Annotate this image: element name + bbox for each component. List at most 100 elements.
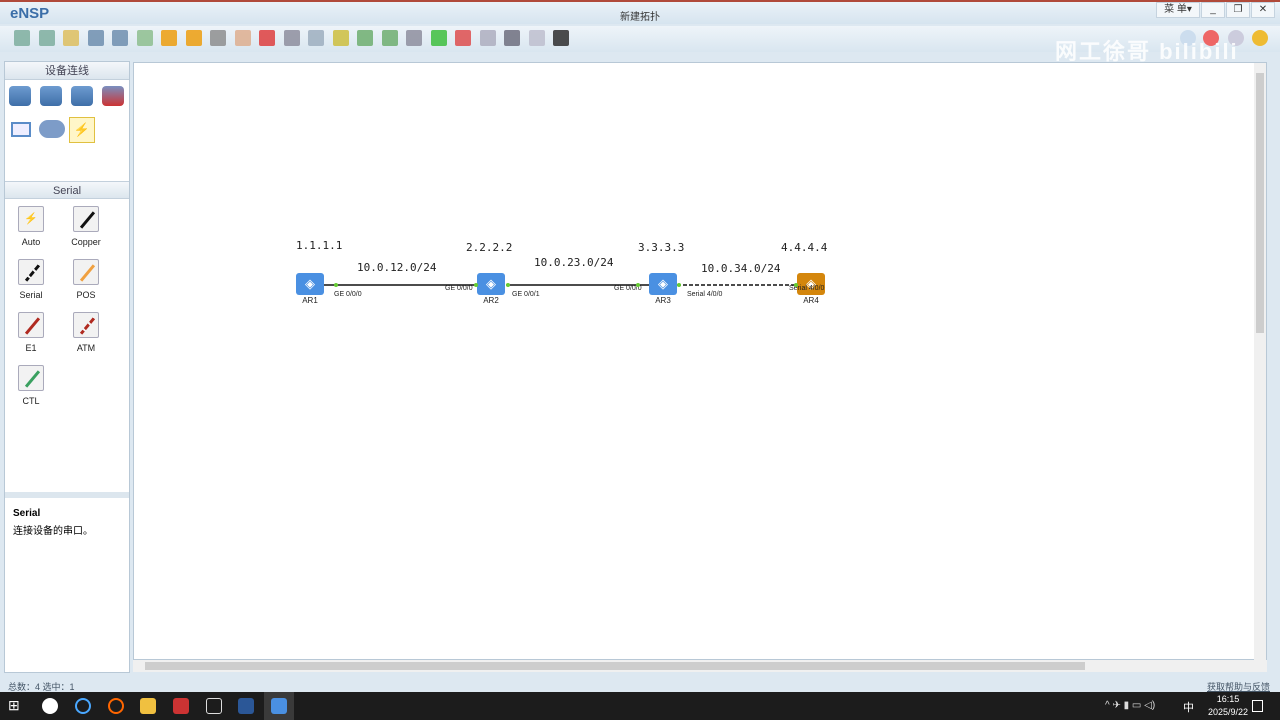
firewall-category-icon[interactable]	[102, 86, 124, 106]
vertical-scrollbar[interactable]	[1254, 63, 1266, 661]
cable-label: ATM	[76, 343, 96, 353]
ensp-taskbar-icon[interactable]	[264, 692, 294, 720]
capture-icon[interactable]	[479, 30, 496, 46]
device-label: AR2	[483, 296, 499, 305]
console-icon[interactable]	[553, 30, 569, 46]
start-icon[interactable]: ⊞	[8, 697, 24, 713]
new-lab-icon[interactable]	[38, 30, 55, 46]
cable-label: Serial	[19, 290, 43, 300]
fit-icon[interactable]	[406, 30, 422, 46]
clock-time[interactable]: 16:15	[1210, 694, 1246, 704]
device-label: AR3	[655, 296, 671, 305]
print-icon[interactable]	[136, 30, 153, 46]
cable-auto-button[interactable]: ⚡	[18, 206, 44, 232]
taskbar: ⊞ ^ ✈ ▮ ▭ ◁) 中 16:15 2025/9/22	[0, 692, 1280, 720]
camera-icon[interactable]	[206, 698, 222, 714]
cable-label: Auto	[21, 237, 41, 247]
search-app-icon[interactable]	[75, 698, 91, 714]
loopback-label: 2.2.2.2	[466, 241, 513, 254]
port-indicator	[334, 283, 338, 287]
device-label: AR1	[302, 296, 318, 305]
zoom-out-icon[interactable]	[381, 30, 398, 46]
splitter[interactable]	[5, 492, 129, 498]
save-as-icon[interactable]	[112, 30, 128, 46]
switch-category-icon[interactable]	[40, 86, 62, 106]
port-label: GE 0/0/0	[445, 285, 473, 292]
undo-icon[interactable]	[161, 30, 177, 46]
delete-all-links-icon[interactable]	[283, 30, 300, 46]
cable-label: POS	[76, 290, 96, 300]
links-layer	[324, 284, 798, 286]
start-device-icon[interactable]	[430, 30, 447, 46]
delete-icon[interactable]	[259, 30, 275, 46]
finder-icon[interactable]	[108, 698, 124, 714]
port-label: GE 0/0/1	[512, 291, 540, 298]
cable-label: E1	[25, 343, 37, 353]
description-title: Serial	[13, 508, 41, 519]
display-grid-icon[interactable]	[528, 30, 545, 46]
pc-category-icon[interactable]	[11, 122, 31, 137]
cable-label: CTL	[22, 396, 40, 406]
cable-category-icon[interactable]: ⚡	[69, 117, 95, 143]
router-ar1[interactable]: ◈	[296, 273, 324, 295]
menu-button[interactable]: 菜 单▾	[1156, 2, 1200, 18]
port-indicator	[474, 283, 478, 287]
text-icon[interactable]	[308, 30, 324, 46]
minimize-button[interactable]: _	[1201, 2, 1225, 18]
router-ar2[interactable]: ◈	[477, 273, 505, 295]
title-bar: eNSP 新建拓扑 菜 单▾ _ ❐ ✕	[0, 0, 1280, 24]
file-explorer-icon[interactable]	[140, 698, 156, 714]
restore-button[interactable]: ❐	[1226, 2, 1250, 18]
device-label: AR4	[803, 296, 819, 305]
palette-icon[interactable]	[332, 30, 349, 46]
loopback-label: 1.1.1.1	[296, 239, 343, 252]
port-label: Serial 4/0/0	[687, 291, 723, 298]
word-icon[interactable]	[238, 698, 254, 714]
loopback-label: 4.4.4.4	[781, 241, 828, 254]
port-indicator	[794, 283, 798, 287]
cable-section-title: Serial	[5, 181, 129, 199]
cable-ctl-button[interactable]	[18, 365, 44, 391]
device-section-title: 设备连线	[5, 62, 129, 80]
topology-icon[interactable]	[504, 30, 520, 46]
redo-icon[interactable]	[185, 30, 202, 46]
port-indicator	[636, 283, 640, 287]
select-icon[interactable]	[210, 30, 226, 46]
subnet-label: 10.0.34.0/24	[701, 262, 781, 275]
router-ar3[interactable]: ◈	[649, 273, 677, 295]
app-w-icon[interactable]	[42, 698, 58, 714]
stop-device-icon[interactable]	[455, 30, 471, 46]
tray-icons[interactable]: ^ ✈ ▮ ▭ ◁)	[1105, 700, 1155, 711]
window-title: 新建拓扑	[620, 12, 660, 23]
cable-label: Copper	[71, 237, 101, 247]
cable-copper-button[interactable]	[73, 206, 99, 232]
status-bar: 总数：4 选中：1 获取帮助与反馈	[0, 678, 1280, 692]
description-text: 连接设备的串口。	[13, 526, 93, 537]
open-icon[interactable]	[63, 30, 79, 46]
help-icon[interactable]	[1252, 30, 1268, 46]
subnet-label: 10.0.12.0/24	[357, 261, 437, 274]
port-indicator	[677, 283, 681, 287]
notification-icon[interactable]	[1252, 700, 1263, 712]
router-category-icon[interactable]	[9, 86, 31, 106]
powerpoint-icon[interactable]	[173, 698, 189, 714]
cable-serial-button[interactable]	[18, 259, 44, 285]
zoom-in-icon[interactable]	[357, 30, 373, 46]
save-icon[interactable]	[87, 30, 104, 46]
wlan-category-icon[interactable]	[71, 86, 93, 106]
cable-pos-button[interactable]	[73, 259, 99, 285]
clock-date[interactable]: 2025/9/22	[1200, 707, 1256, 717]
cable-atm-button[interactable]	[73, 312, 99, 338]
pan-icon[interactable]	[234, 30, 251, 46]
cloud-category-icon[interactable]	[39, 120, 65, 138]
port-indicator	[506, 283, 510, 287]
close-button[interactable]: ✕	[1251, 2, 1275, 18]
subnet-label: 10.0.23.0/24	[534, 256, 614, 269]
new-topology-icon[interactable]	[14, 30, 30, 46]
port-label: GE 0/0/0	[334, 291, 362, 298]
cable-e1-button[interactable]	[18, 312, 44, 338]
left-panel: 设备连线 ⚡ Serial ⚡ Auto Copper Serial POS E1 ATM C…	[4, 61, 130, 673]
horizontal-scrollbar[interactable]	[133, 660, 1267, 672]
topology-canvas[interactable]: ◈ AR1 1.1.1.1 ◈ AR2 2.2.2.2 ◈ AR3 3.3.3.3 ◈ AR4 4.4…	[133, 62, 1267, 661]
ime-indicator[interactable]: 中	[1183, 699, 1194, 715]
